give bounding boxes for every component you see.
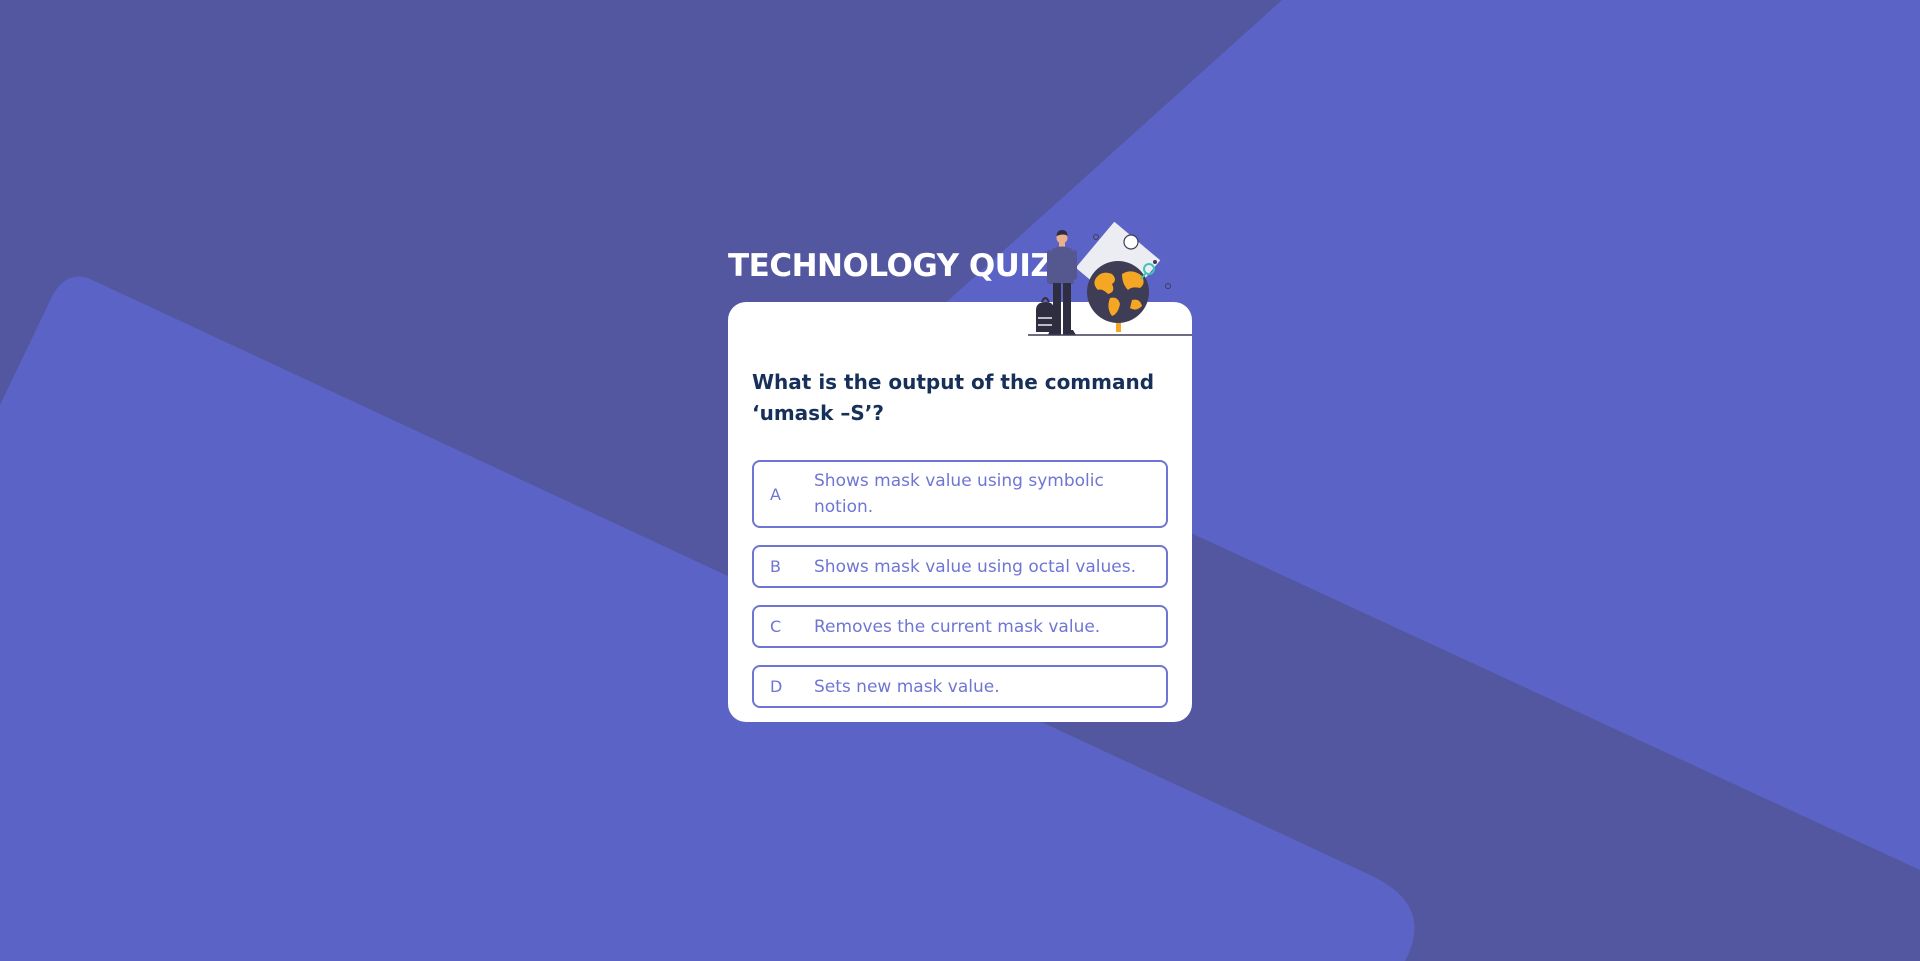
- option-d-button[interactable]: D Sets new mask value.: [752, 665, 1168, 708]
- option-b-button[interactable]: B Shows mask value using octal values.: [752, 545, 1168, 588]
- quiz-title: TECHNOLOGY QUIZ: [728, 248, 1053, 284]
- answer-options: A Shows mask value using symbolic notion…: [752, 460, 1168, 725]
- quiz-card: What is the output of the command ‘umask…: [728, 302, 1192, 722]
- option-label: Shows mask value using octal values.: [814, 556, 1137, 577]
- option-letter: A: [770, 484, 781, 504]
- option-label: Removes the current mask value.: [814, 616, 1101, 637]
- option-label: Shows mask value using symbolic notion.: [814, 471, 1104, 517]
- option-letter: C: [770, 617, 782, 636]
- option-letter: D: [770, 677, 783, 696]
- person-with-globe-illustration: [1028, 222, 1192, 336]
- option-c-button[interactable]: C Removes the current mask value.: [752, 605, 1168, 648]
- option-letter: B: [770, 557, 781, 576]
- option-label: Sets new mask value.: [814, 676, 1000, 697]
- option-a-button[interactable]: A Shows mask value using symbolic notion…: [752, 460, 1168, 528]
- question-text: What is the output of the command ‘umask…: [752, 370, 1155, 425]
